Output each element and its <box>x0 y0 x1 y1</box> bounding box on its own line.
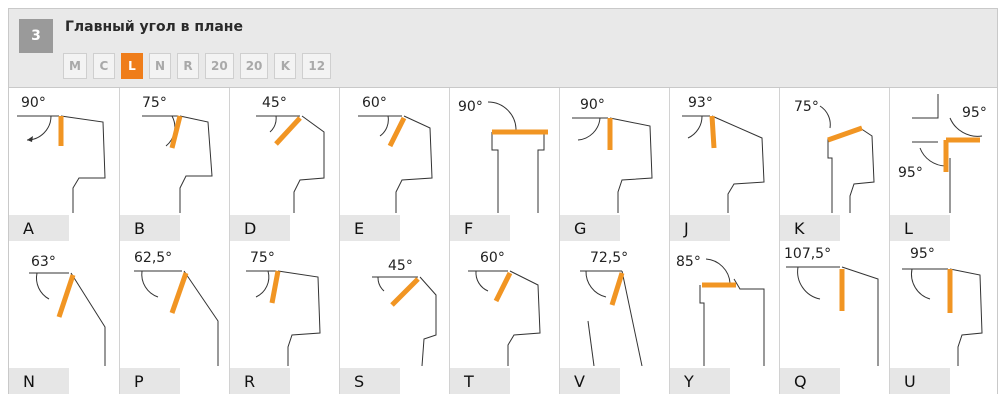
angle-label-d: 45° <box>262 95 287 111</box>
code-chip-m[interactable]: M <box>63 53 87 79</box>
angle-cell-d[interactable]: 45° D <box>229 88 339 241</box>
code-label-f: F <box>450 215 510 241</box>
angle-row-2: 63° N 62,5° P 75° R 45° S 60° T 72,5° V … <box>9 241 999 394</box>
code-label-r: R <box>230 368 290 394</box>
angle-row-1: 90° A 75° B 45° D 60° E 90° F 90° G 93° … <box>9 88 999 241</box>
angle-cell-q[interactable]: 107,5° Q <box>779 241 889 394</box>
code-label-k: K <box>780 215 840 241</box>
toolholder-diagram-b <box>142 115 213 213</box>
section-header: 3 Главный угол в плане M C L N R 20 20 K… <box>8 8 998 88</box>
angle-label-q: 107,5° <box>784 246 832 262</box>
toolholder-diagram-r <box>246 270 321 366</box>
angle-cell-a[interactable]: 90° A <box>9 88 119 241</box>
code-chip-k[interactable]: K <box>274 53 297 79</box>
angle-label-r: 75° <box>250 250 275 266</box>
angle-label-t: 60° <box>480 250 505 266</box>
angle-cell-y[interactable]: 85° Y <box>669 241 779 394</box>
angle-label-v: 72,5° <box>590 250 629 266</box>
toolholder-diagram-g <box>572 117 653 213</box>
toolholder-diagram-t <box>468 270 541 366</box>
code-chip-l-selected[interactable]: L <box>120 53 143 79</box>
toolholder-diagram-j <box>682 115 765 213</box>
code-label-p: P <box>120 368 180 394</box>
angle-cell-l[interactable]: 95° 95° L <box>889 88 999 241</box>
code-label-e: E <box>340 215 400 241</box>
angle-label-e: 60° <box>362 95 387 111</box>
code-label-t: T <box>450 368 510 394</box>
code-chip-12[interactable]: 12 <box>302 53 332 79</box>
code-label-q: Q <box>780 368 840 394</box>
angle-label-j: 93° <box>688 95 713 111</box>
angle-cell-s[interactable]: 45° S <box>339 241 449 394</box>
angle-cell-e[interactable]: 60° E <box>339 88 449 241</box>
angle-label-u: 95° <box>910 246 935 262</box>
angle-label-g: 90° <box>580 97 605 113</box>
code-label-l: L <box>890 215 950 241</box>
angle-label-l-top: 95° <box>962 105 987 121</box>
code-chip-r[interactable]: R <box>177 53 199 79</box>
approach-angle-grid: 90° A 75° B 45° D 60° E 90° F 90° G 93° … <box>8 88 998 394</box>
angle-label-y: 85° <box>676 254 701 270</box>
code-label-g: G <box>560 215 620 241</box>
code-label-u: U <box>890 368 950 394</box>
toolholder-diagram-e <box>358 115 433 213</box>
angle-cell-r[interactable]: 75° R <box>229 241 339 394</box>
angle-label-a: 90° <box>21 95 46 111</box>
code-label-v: V <box>560 368 620 394</box>
angle-label-s: 45° <box>388 258 413 274</box>
angle-label-k: 75° <box>794 99 819 115</box>
angle-label-b: 75° <box>142 95 167 111</box>
angle-cell-k[interactable]: 75° K <box>779 88 889 241</box>
angle-cell-j[interactable]: 93° J <box>669 88 779 241</box>
angle-cell-g[interactable]: 90° G <box>559 88 669 241</box>
section-title: Главный угол в плане <box>65 19 243 35</box>
angle-cell-v[interactable]: 72,5° V <box>559 241 669 394</box>
toolholder-diagram-n <box>29 272 106 366</box>
angle-label-l-bottom: 95° <box>898 165 923 181</box>
angle-label-f: 90° <box>458 99 483 115</box>
code-chip-n[interactable]: N <box>148 53 171 79</box>
angle-cell-t[interactable]: 60° T <box>449 241 559 394</box>
angle-cell-f[interactable]: 90° F <box>449 88 559 241</box>
step-number-badge: 3 <box>19 19 53 53</box>
toolholder-diagram-u <box>902 268 983 366</box>
code-label-a: A <box>9 215 69 241</box>
angle-label-n: 63° <box>31 254 56 270</box>
code-chip-20a[interactable]: 20 <box>205 53 234 79</box>
angle-label-p: 62,5° <box>134 250 173 266</box>
code-label-j: J <box>670 215 730 241</box>
code-label-b: B <box>120 215 180 241</box>
code-label-d: D <box>230 215 290 241</box>
code-label-n: N <box>9 368 69 394</box>
angle-cell-b[interactable]: 75° B <box>119 88 229 241</box>
code-label-y: Y <box>670 368 730 394</box>
code-label-s: S <box>340 368 400 394</box>
angle-cell-p[interactable]: 62,5° P <box>119 241 229 394</box>
code-chip-c[interactable]: C <box>92 53 115 79</box>
angle-cell-n[interactable]: 63° N <box>9 241 119 394</box>
code-chip-20b[interactable]: 20 <box>239 53 269 79</box>
angle-cell-u[interactable]: 95° U <box>889 241 999 394</box>
code-selector: M C L N R 20 20 K 12 <box>63 53 332 79</box>
